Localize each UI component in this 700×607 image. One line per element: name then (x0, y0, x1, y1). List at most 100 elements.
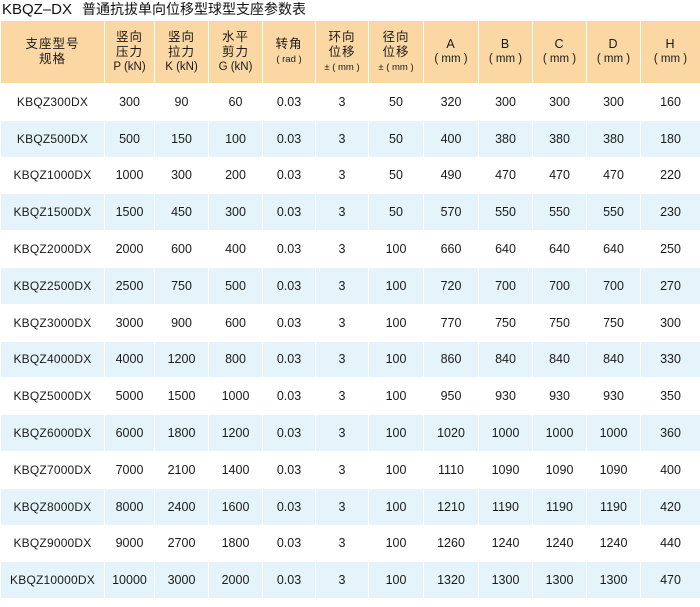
value-cell: 440 (640, 524, 700, 563)
model-cell: KBQZ4000DX (0, 340, 105, 379)
value-cell: 0.03 (262, 377, 316, 416)
model-cell: KBQZ10000DX (0, 561, 105, 600)
value-cell: 660 (423, 230, 479, 268)
value-cell: 0.03 (262, 83, 316, 121)
value-cell: 100 (368, 450, 424, 489)
value-cell: 840 (532, 340, 587, 379)
value-cell: 1300 (478, 561, 533, 600)
value-cell: 1090 (532, 450, 587, 489)
value-cell: 600 (208, 303, 263, 342)
col-header-a: A ( mm ) (423, 20, 479, 84)
model-cell: KBQZ500DX (0, 119, 105, 158)
value-cell: 470 (478, 156, 533, 195)
value-cell: 1800 (154, 414, 209, 452)
value-cell: 300 (640, 303, 700, 342)
table-row: KBQZ2500DX 2500 750 500 0.03 3 100 720 700 700 700… (0, 266, 700, 305)
model-cell: KBQZ8000DX (0, 487, 105, 526)
value-cell: 3 (315, 156, 369, 195)
value-cell: 150 (154, 119, 209, 158)
value-cell: 1240 (532, 524, 587, 563)
value-cell: 180 (640, 119, 700, 158)
value-cell: 0.03 (262, 119, 316, 158)
value-cell: 750 (478, 303, 533, 342)
table-row: KBQZ6000DX 6000 1800 1200 0.03 3 100 1020 1000 10… (0, 414, 700, 452)
value-cell: 100 (368, 414, 424, 452)
value-cell: 50 (368, 119, 424, 158)
value-cell: 3000 (104, 303, 155, 342)
col-header-b: B ( mm ) (478, 20, 533, 84)
value-cell: 1110 (423, 450, 479, 489)
value-cell: 400 (208, 230, 263, 268)
model-cell: KBQZ1000DX (0, 156, 105, 195)
table-header-row: 支座型号 规格 竖向 压力 P (kN) 竖向 拉力 K (kN) 水平 剪力 … (0, 20, 700, 84)
value-cell: 930 (586, 377, 641, 416)
value-cell: 380 (586, 119, 641, 158)
col-header-radial-displacement: 径向 位移 ± ( mm ) (368, 20, 424, 84)
value-cell: 0.03 (262, 340, 316, 379)
parameter-table: 支座型号 规格 竖向 压力 P (kN) 竖向 拉力 K (kN) 水平 剪力 … (0, 20, 700, 600)
value-cell: 400 (423, 119, 479, 158)
value-cell: 100 (368, 377, 424, 416)
value-cell: 500 (208, 266, 263, 305)
value-cell: 60 (208, 83, 263, 121)
value-cell: 900 (154, 303, 209, 342)
value-cell: 500 (104, 119, 155, 158)
col-header-vertical-pressure: 竖向 压力 P (kN) (104, 20, 155, 84)
model-cell: KBQZ2500DX (0, 266, 105, 305)
value-cell: 100 (208, 119, 263, 158)
value-cell: 3 (315, 119, 369, 158)
value-cell: 1090 (586, 450, 641, 489)
value-cell: 50 (368, 83, 424, 121)
value-cell: 300 (104, 83, 155, 121)
value-cell: 2000 (208, 561, 263, 600)
value-cell: 700 (478, 266, 533, 305)
value-cell: 1800 (208, 524, 263, 563)
value-cell: 860 (423, 340, 479, 379)
value-cell: 1000 (478, 414, 533, 452)
value-cell: 1500 (154, 377, 209, 416)
value-cell: 550 (478, 193, 533, 232)
value-cell: 770 (423, 303, 479, 342)
value-cell: 1300 (532, 561, 587, 600)
value-cell: 1200 (154, 340, 209, 379)
table-row: KBQZ500DX 500 150 100 0.03 3 50 400 380 380 380 180 (0, 119, 700, 158)
value-cell: 3000 (154, 561, 209, 600)
value-cell: 100 (368, 340, 424, 379)
value-cell: 750 (586, 303, 641, 342)
value-cell: 0.03 (262, 266, 316, 305)
value-cell: 3 (315, 524, 369, 563)
value-cell: 100 (368, 524, 424, 563)
col-header-c: C ( mm ) (532, 20, 587, 84)
value-cell: 3 (315, 266, 369, 305)
value-cell: 470 (640, 561, 700, 600)
value-cell: 3 (315, 377, 369, 416)
value-cell: 330 (640, 340, 700, 379)
value-cell: 550 (586, 193, 641, 232)
model-cell: KBQZ9000DX (0, 524, 105, 563)
col-header-rotation: 转角 ( rad ) (262, 20, 316, 84)
value-cell: 3 (315, 340, 369, 379)
table-row: KBQZ300DX 300 90 60 0.03 3 50 320 300 300 300 160 (0, 83, 700, 121)
value-cell: 270 (640, 266, 700, 305)
value-cell: 300 (154, 156, 209, 195)
value-cell: 1240 (586, 524, 641, 563)
value-cell: 1210 (423, 487, 479, 526)
table-row: KBQZ1500DX 1500 450 300 0.03 3 50 570 550 550 550 2… (0, 193, 700, 232)
table-row: KBQZ7000DX 7000 2100 1400 0.03 3 100 1110 1090 10… (0, 450, 700, 489)
value-cell: 0.03 (262, 193, 316, 232)
model-cell: KBQZ300DX (0, 83, 105, 121)
value-cell: 3 (315, 561, 369, 600)
value-cell: 490 (423, 156, 479, 195)
value-cell: 320 (423, 83, 479, 121)
table-row: KBQZ4000DX 4000 1200 800 0.03 3 100 860 840 840 84… (0, 340, 700, 379)
value-cell: 360 (640, 414, 700, 452)
table-row: KBQZ10000DX 10000 3000 2000 0.03 3 100 1320 1300… (0, 561, 700, 600)
value-cell: 9000 (104, 524, 155, 563)
value-cell: 1020 (423, 414, 479, 452)
value-cell: 600 (154, 230, 209, 268)
value-cell: 950 (423, 377, 479, 416)
value-cell: 1400 (208, 450, 263, 489)
col-header-h: H ( mm ) (640, 20, 700, 84)
col-header-horizontal-shear: 水平 剪力 G (kN) (208, 20, 263, 84)
value-cell: 1200 (208, 414, 263, 452)
